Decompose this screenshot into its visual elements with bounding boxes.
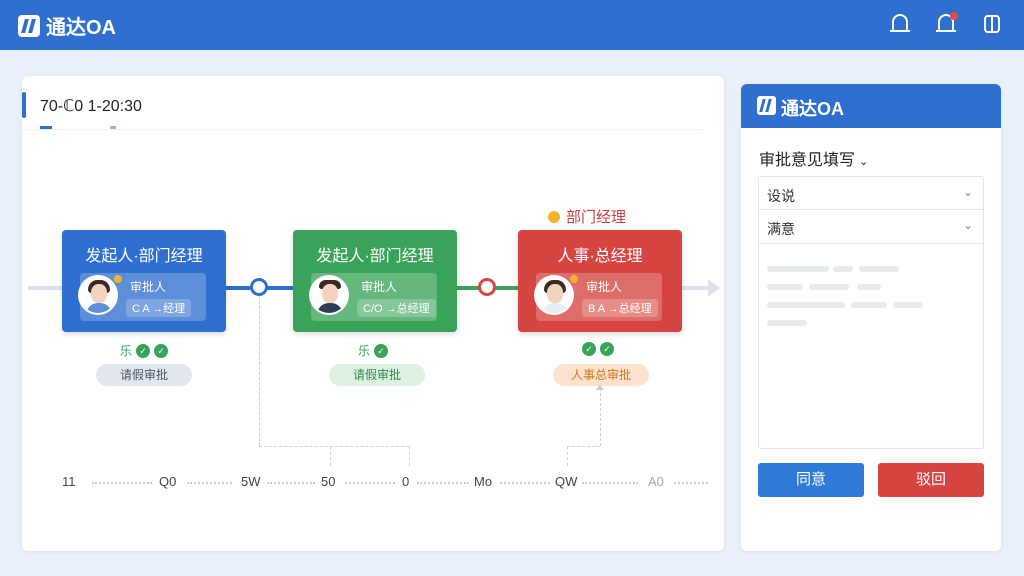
top-bar: 通达OA [0,0,1024,50]
guide-line [409,446,410,466]
axis-tick: Q0 [159,474,177,489]
axis-tick: Mo [474,474,493,489]
notification-dot [950,12,958,20]
annotation-dot-icon [548,210,560,223]
node-1-badges: 乐 ✓ ✓ [120,342,169,359]
node-title: 发起人·部门经理 [316,248,434,265]
placeholder-line [767,320,807,326]
reject-button[interactable]: 驳回 [878,463,984,497]
placeholder-line [767,266,829,272]
placeholder-line [767,284,803,290]
node-3-status-pill[interactable]: 人事总审批 [553,364,649,386]
guide-line [330,446,331,466]
check-icon: ✓ [374,343,389,358]
brand[interactable]: 通达OA [18,11,116,40]
approval-panel-header: 通达OA [741,84,1001,128]
connector-node-1[interactable] [250,278,268,296]
approval-title[interactable]: 审批意见填写 ⌄ [759,146,868,170]
app-title: 通达OA [46,17,116,39]
placeholder-line [833,266,853,272]
flow-node-3[interactable]: 人事·总经理 审批人 B A →总经理 [518,230,682,332]
rating-select[interactable]: 满意 ⌄ [758,210,984,244]
node-1-status-pill[interactable]: 请假审批 [96,364,192,386]
approval-panel-brand: 通达OA [781,99,844,119]
node-2-badges: 乐 ✓ [358,342,389,359]
workflow-panel: 70-ℂ0 1-20:30 部门经理 发起人·部门经理 审批人 C A →经理 … [22,76,724,551]
guide-line [259,446,409,447]
check-icon: ✓ [136,343,151,358]
placeholder-line [809,284,849,290]
flow-arrow-icon [708,279,720,297]
node-role: 审批人 [586,280,623,294]
chevron-down-icon: ⌄ [962,185,973,199]
node-assignee: C A →经理 [126,299,192,317]
flow-line-end [682,286,710,290]
node-2-status-pill[interactable]: 请假审批 [329,364,425,386]
node-assignee: B A →总经理 [582,299,658,317]
node-assignee: C/O →总经理 [357,299,436,317]
node-approver-card: 审批人 C/O →总经理 [309,273,437,321]
guide-line [567,446,568,466]
check-icon: ✓ [154,343,169,358]
agree-button[interactable]: 同意 [758,463,864,497]
axis-tick: 5W [241,474,261,489]
node-3-badges: ✓ ✓ [582,342,614,356]
axis-tick: 11 [62,474,76,489]
tab-underline [40,126,52,129]
guide-line [600,388,601,446]
check-icon: ✓ [600,342,614,356]
flow-node-2[interactable]: 发起人·部门经理 审批人 C/O →总经理 [293,230,457,332]
node-title: 发起人·部门经理 [85,248,203,265]
avatar [309,275,349,315]
top-annotation: 部门经理 [548,206,626,227]
avatar [78,275,118,315]
guide-arrow-icon [596,384,604,390]
cube-icon[interactable] [980,12,1004,36]
status-dot [570,275,578,283]
check-icon: ✓ [582,342,596,356]
axis-tick: A0 [648,474,664,489]
connector-node-2[interactable] [478,278,496,296]
notification-bell-icon[interactable] [934,12,958,36]
flow-node-1[interactable]: 发起人·部门经理 审批人 C A →经理 [62,230,226,332]
axis-tick: QW [555,474,578,489]
app-logo-icon [757,96,776,115]
guide-line [259,296,260,446]
avatar [534,275,574,315]
guide-line [567,446,600,447]
node-approver-card: 审批人 C A →经理 [78,273,206,321]
node-title: 人事·总经理 [557,248,643,265]
node-approver-card: 审批人 B A →总经理 [534,273,662,321]
node-role: 审批人 [361,280,398,294]
placeholder-line [767,302,845,308]
chevron-down-icon: ⌄ [962,218,973,232]
tab-accent [22,92,26,118]
placeholder-line [851,302,887,308]
comment-textarea[interactable] [758,244,984,449]
app-logo-icon [18,14,40,37]
placeholder-line [857,284,881,290]
axis-tick: 0 [402,474,410,489]
tab-active[interactable]: 70-ℂ0 1-20:30 [40,96,142,116]
tab-underline-secondary [110,126,116,129]
timeline-axis: 11 Q0 5W 50 0 Mo QW A0 [22,474,724,494]
tab-bar: 70-ℂ0 1-20:30 [22,90,702,130]
status-dot [114,275,122,283]
opinion-select[interactable]: 设说 ⌄ [758,176,984,210]
bell-icon[interactable] [888,12,912,36]
axis-tick: 50 [321,474,336,489]
placeholder-line [859,266,899,272]
chevron-down-icon: ⌄ [859,156,869,168]
approval-panel: 通达OA 审批意见填写 ⌄ 设说 ⌄ 满意 ⌄ 同意 驳回 [741,84,1001,551]
placeholder-line [893,302,923,308]
header-actions [888,12,1004,36]
node-role: 审批人 [130,280,167,294]
